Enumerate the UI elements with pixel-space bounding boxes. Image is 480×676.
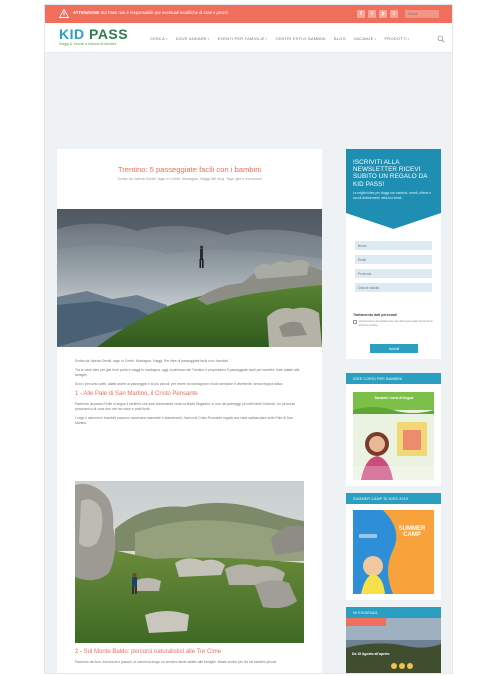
privacy-text: Acconsento al trattamento dei dati perso… [359, 319, 433, 328]
logo-kid: KID [59, 26, 85, 42]
newsletter-title: ISCRIVITI ALLA NEWSLETTER RICEVI SUBITO … [353, 159, 428, 188]
name-field[interactable] [355, 241, 432, 250]
article-title: Trentino: 5 passeggiate facili con i bam… [117, 165, 262, 174]
province-field[interactable] [355, 269, 432, 278]
email-field[interactable] [355, 255, 432, 264]
ad-camp-line2: CAMP [403, 532, 421, 539]
instagram-icon[interactable]: i [390, 10, 398, 18]
widget-corsi-body: Durante i corsi di lingua [346, 384, 441, 486]
article-paragraph-1: Tra le varie idee per gite fuori porta e… [75, 368, 300, 377]
featured-image[interactable] [346, 618, 441, 673]
nav-item-blog[interactable]: BLOG [334, 36, 346, 41]
newsletter-widget: ISCRIVITI ALLA NEWSLETTER RICEVI SUBITO … [346, 149, 441, 359]
widget-evidenza-body: Da 15 Agosto all'aperto [346, 618, 441, 673]
article-body-2: 2 - Sul Monte Baldo: percorsi naturalist… [75, 649, 305, 669]
nav-item-centri-estivi[interactable]: CENTRI ESTIVI BAMBINI [275, 36, 325, 41]
alert-message: Kid Pass non è responsabile per eventual… [100, 10, 228, 15]
search-icon[interactable] [437, 35, 445, 43]
widget-title-camp: SUMMER CAMP DI KIDS 2019 [346, 493, 441, 504]
ad-corsi-text: Durante i corsi di lingua [374, 396, 414, 400]
page-frame: ATTENZIONE Kid Pass non è responsabile p… [45, 5, 452, 673]
hero-image-mountain [57, 209, 322, 347]
chevron-down-icon: ▾ [207, 37, 210, 41]
site-header: KID PASS Viaggi & Servizi a misura di ba… [45, 23, 452, 53]
nav-item-dove-andare[interactable]: DOVE ANDARE▾ [176, 36, 210, 41]
pinterest-icon[interactable]: p [379, 10, 387, 18]
article-paragraph-2: Partendo da passo Rolle si segue il sent… [75, 402, 296, 411]
ad-corsi-banner[interactable] [353, 392, 434, 480]
article-paragraph-3: Partendo da Avio, tra boschi e pascoli, … [75, 660, 277, 664]
article-card: Trentino: 5 passeggiate facili con i bam… [57, 149, 322, 673]
chevron-down-icon: ▾ [265, 37, 268, 41]
nav-item-vacanze[interactable]: VACANZE▾ [354, 36, 377, 41]
ad-camp-text: SUMMER CAMP [392, 526, 432, 539]
nav-item-eventi[interactable]: EVENTI PER FAMIGLIE▾ [218, 36, 268, 41]
chevron-down-icon: ▾ [407, 37, 410, 41]
logo-tagline: Viaggi & Servizi a misura di bambini [59, 42, 117, 46]
logo-pass: PASS [89, 26, 129, 42]
social-links: f t p i [357, 10, 398, 18]
featured-text: Da 15 Agosto all'aperto [352, 652, 390, 656]
warning-icon [59, 9, 69, 18]
section-heading-1: 1 - Alle Pale di San Martino, il Cristo … [75, 391, 198, 397]
top-search-input[interactable] [405, 10, 439, 18]
alert-text: ATTENZIONE Kid Pass non è responsabile p… [73, 10, 228, 15]
subscribe-button[interactable]: Iscriviti [370, 344, 418, 353]
photo-child-hiking [75, 481, 304, 643]
site-logo[interactable]: KID PASS Viaggi & Servizi a misura di ba… [59, 27, 128, 46]
article-intro: Scritto da Valeria Gentili, tags: in Cen… [75, 359, 230, 363]
privacy-title: Trattamento dati personali [353, 313, 397, 317]
ad-summer-camp[interactable] [353, 510, 434, 594]
widget-title-evidenza: IN EVIDENZA [346, 607, 441, 618]
newsletter-desc: Le migliori idee per viaggi con bambini,… [353, 191, 431, 200]
article-paragraph-1b: Ecco i percorsi scelti, adatti anche ai … [75, 382, 284, 386]
nav-item-cerca[interactable]: CERCA▾ [150, 36, 168, 41]
main-nav: CERCA▾ DOVE ANDARE▾ EVENTI PER FAMIGLIE▾… [150, 36, 410, 41]
section-heading-2: 2 - Sul Monte Baldo: percorsi naturalist… [75, 649, 222, 655]
top-bar: ATTENZIONE Kid Pass non è responsabile p… [45, 5, 452, 23]
article-meta: Scritto da Valeria Gentili, tags: in Cen… [117, 177, 262, 181]
privacy-checkbox[interactable] [353, 320, 357, 324]
chevron-down-icon: ▾ [166, 37, 168, 41]
facebook-icon[interactable]: f [357, 10, 365, 18]
widget-title-corsi: IDEE CORSI PER BAMBINI [346, 373, 441, 384]
widget-camp-body: SUMMER CAMP [346, 504, 441, 600]
article-body: Scritto da Valeria Gentili, tags: in Cen… [75, 359, 305, 430]
article-paragraph-2b: Lungo il cammino i bambini possono osser… [75, 416, 293, 425]
birthdate-field[interactable] [355, 283, 432, 292]
nav-item-prodotti[interactable]: PRODOTTI▾ [385, 36, 410, 41]
twitter-icon[interactable]: t [368, 10, 376, 18]
chevron-down-icon: ▾ [374, 37, 377, 41]
alert-label: ATTENZIONE [73, 10, 100, 15]
